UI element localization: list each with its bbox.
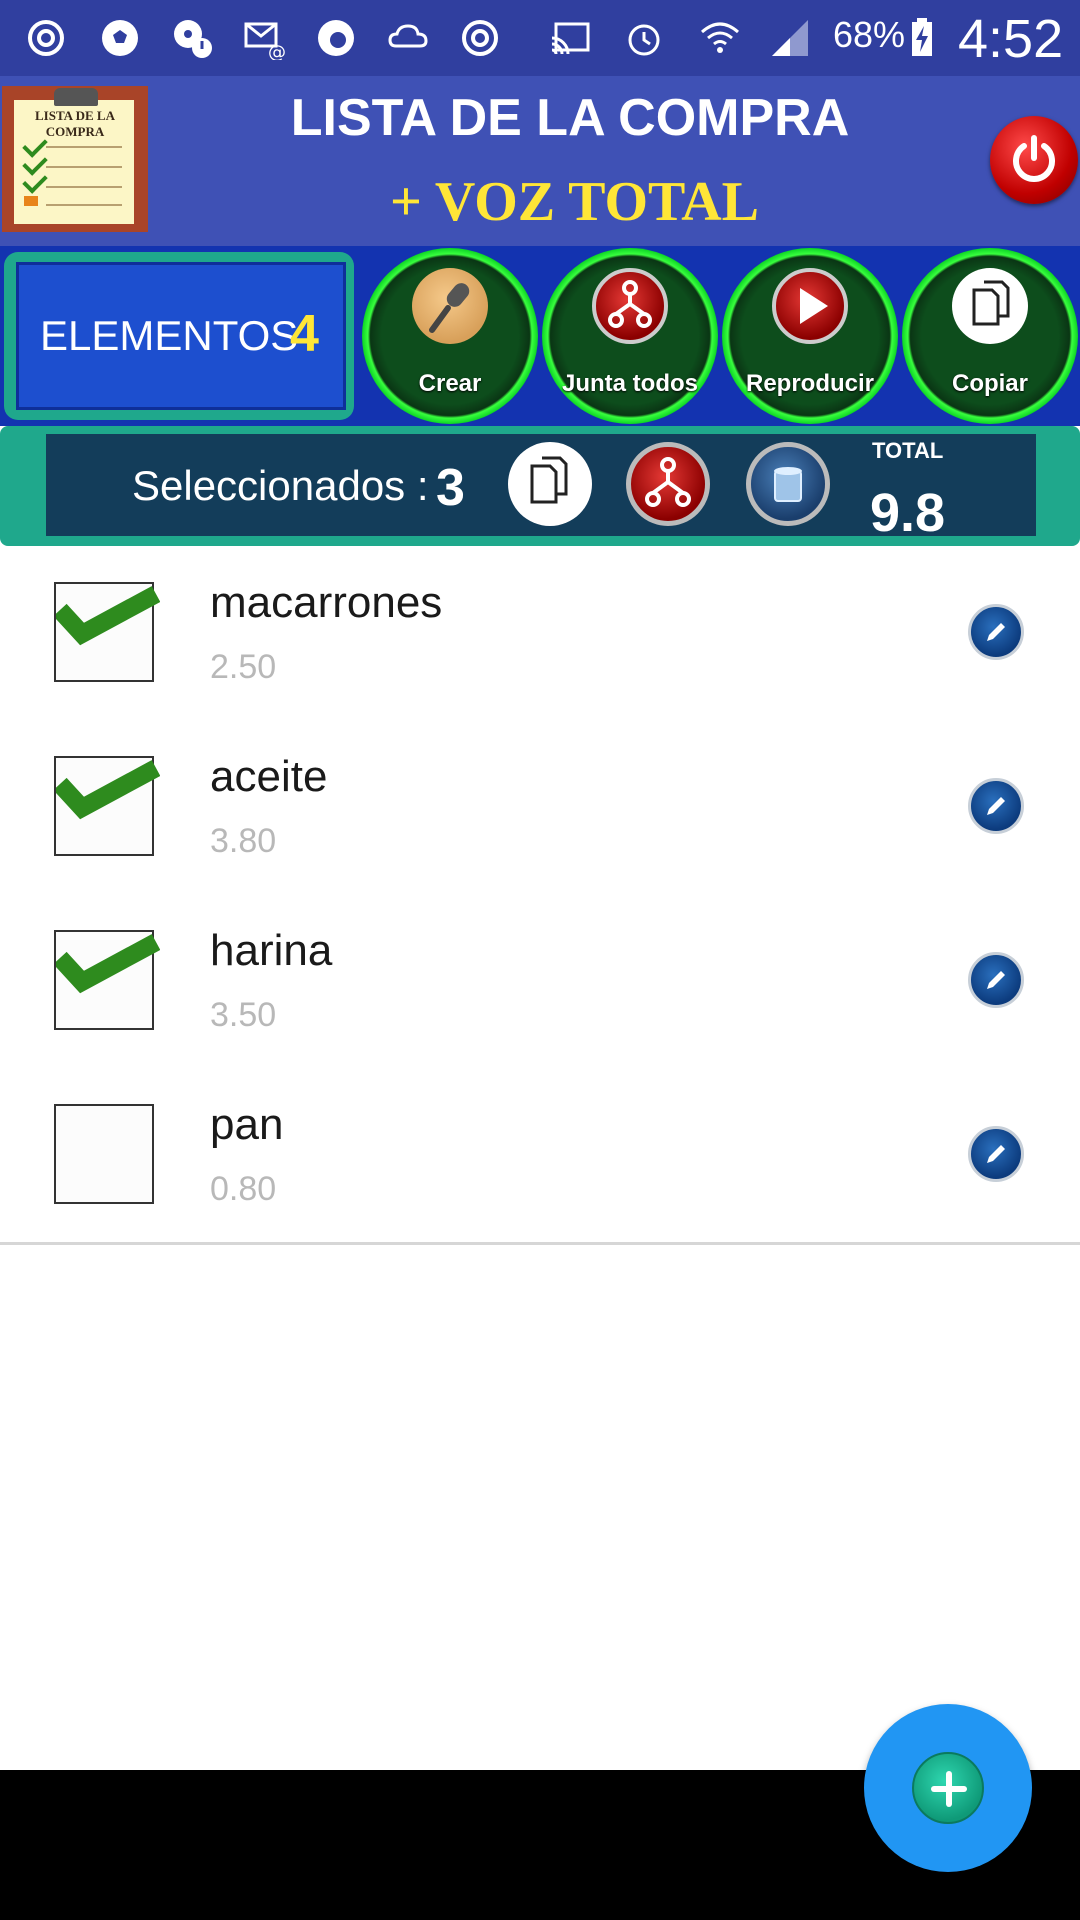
item-price: 3.80 [210, 822, 277, 860]
status-bar: @ 68% 4:52 [0, 0, 1080, 76]
signal-icon [766, 14, 814, 62]
crear-label: Crear [418, 370, 482, 397]
email-at-icon: @ [240, 14, 288, 62]
item-name: macarrones [210, 578, 443, 627]
add-item-button[interactable] [864, 1704, 1032, 1872]
delete-selected-button[interactable] [746, 442, 830, 526]
microphone-icon [412, 268, 488, 344]
junta-todos-label: Junta todos [562, 370, 698, 397]
total-value: 9.8 [870, 483, 946, 543]
cloud-sync-icon [384, 14, 432, 62]
merge-icon [645, 457, 691, 507]
edit-item-button[interactable] [968, 604, 1024, 660]
copiar-button[interactable]: Copiar [902, 248, 1078, 424]
power-icon [1013, 135, 1055, 182]
reproducir-button[interactable]: Reproducir [722, 248, 898, 424]
elementos-label: ELEMENTOS [40, 312, 299, 359]
alert-disc-icon [168, 14, 216, 62]
target-sync-icon [456, 14, 504, 62]
item-name: pan [210, 1100, 284, 1149]
item-price: 3.50 [210, 996, 277, 1034]
reproducir-label: Reproducir [745, 370, 874, 397]
soccer-ball-icon [96, 14, 144, 62]
battery-charging-icon [898, 14, 946, 62]
item-checkbox[interactable] [54, 1104, 154, 1204]
merge-selected-button[interactable] [626, 442, 710, 526]
checkmark-icon [56, 934, 160, 994]
elementos-count: 4 [290, 305, 319, 363]
checkmark-icon [56, 586, 160, 646]
battery-percent: 68% [833, 14, 906, 55]
cast-icon [546, 14, 594, 62]
alarm-icon [620, 14, 668, 62]
svg-text:@: @ [268, 42, 286, 60]
list-item[interactable]: aceite 3.80 [0, 720, 1080, 897]
copy-icon [952, 268, 1028, 344]
selected-count: 3 [436, 459, 465, 517]
trash-icon [774, 467, 802, 502]
power-button[interactable] [990, 116, 1078, 204]
item-price: 2.50 [210, 648, 277, 686]
list-item[interactable]: pan 0.80 [0, 1068, 1080, 1245]
vodafone-icon [312, 14, 360, 62]
item-name: aceite [210, 752, 328, 801]
checkmark-icon [56, 760, 160, 820]
copy-selected-button[interactable] [508, 442, 592, 526]
edit-item-button[interactable] [968, 1126, 1024, 1182]
list-item[interactable]: harina 3.50 [0, 894, 1080, 1071]
wifi-icon [696, 14, 744, 62]
item-name: harina [210, 926, 333, 975]
pencil-icon [987, 623, 1005, 641]
pencil-icon [987, 797, 1005, 815]
merge-icon [592, 268, 668, 344]
edit-item-button[interactable] [968, 778, 1024, 834]
pencil-icon [987, 971, 1005, 989]
edit-item-button[interactable] [968, 952, 1024, 1008]
selected-label: Seleccionados : [132, 462, 429, 509]
app-title: LISTA DE LA COMPRA [290, 89, 850, 147]
item-price: 0.80 [210, 1170, 277, 1208]
copy-icon [530, 456, 568, 504]
clock: 4:52 [958, 9, 1064, 69]
crear-button[interactable]: Crear [362, 248, 538, 424]
pencil-icon [987, 1145, 1005, 1163]
sync-icon [22, 14, 70, 62]
list-item[interactable]: macarrones 2.50 [0, 546, 1080, 723]
app-subtitle: + VOZ TOTAL [390, 171, 760, 233]
copiar-label: Copiar [951, 370, 1028, 397]
total-label: TOTAL [872, 438, 944, 463]
add-icon [912, 1752, 984, 1824]
play-icon [772, 268, 848, 344]
junta-todos-button[interactable]: Junta todos [542, 248, 718, 424]
